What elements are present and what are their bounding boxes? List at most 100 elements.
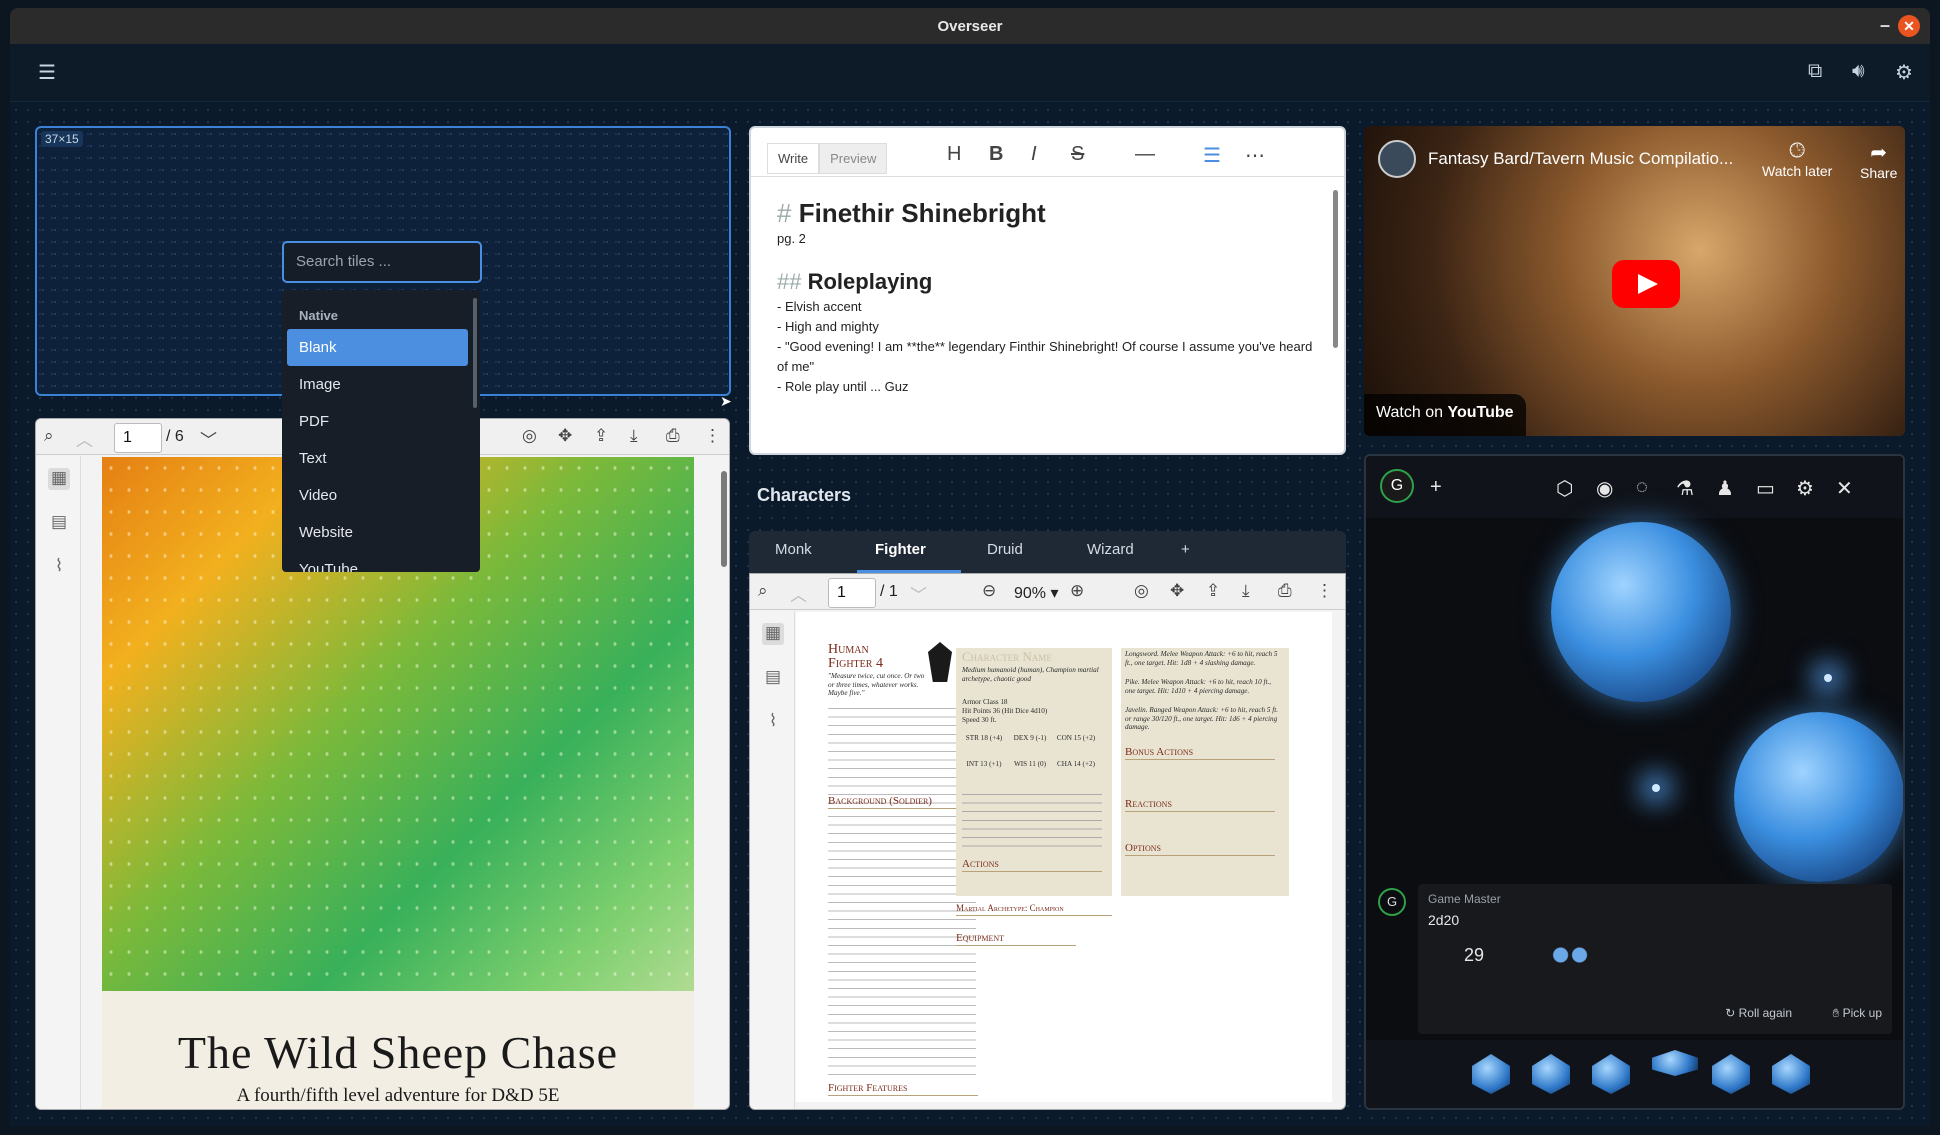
stat-wis: WIS 11 (0) bbox=[1013, 760, 1047, 768]
tab-fighter[interactable]: Fighter bbox=[875, 541, 926, 558]
download-icon[interactable]: ⤓ bbox=[630, 426, 638, 446]
more-options-icon[interactable]: ⋮ bbox=[1316, 581, 1333, 601]
flask-icon[interactable]: ⚗ bbox=[1676, 476, 1694, 501]
roll-total: 29 bbox=[1464, 945, 1485, 965]
add-player-icon[interactable]: + bbox=[1430, 476, 1442, 499]
pdf-scrollbar[interactable] bbox=[721, 471, 727, 567]
italic-icon[interactable]: I bbox=[1031, 143, 1037, 166]
thumbnails-icon[interactable]: ▦ bbox=[762, 623, 784, 645]
download-icon[interactable]: ⤓ bbox=[1242, 581, 1250, 601]
tile-option-pdf[interactable]: PDF bbox=[282, 403, 480, 440]
editor-content[interactable]: # Finethir Shinebright pg. 2 ## Roleplay… bbox=[751, 176, 1344, 416]
heading-icon[interactable]: H bbox=[947, 143, 961, 166]
dropdown-scrollbar[interactable] bbox=[473, 298, 477, 408]
tile-option-text[interactable]: Text bbox=[282, 440, 480, 477]
minimize-button[interactable]: – bbox=[1880, 16, 1890, 34]
party-icon[interactable]: ♟ bbox=[1716, 476, 1734, 501]
channel-avatar[interactable] bbox=[1378, 140, 1416, 178]
user-avatar[interactable]: G bbox=[1380, 469, 1414, 503]
outline-icon[interactable]: ▤ bbox=[762, 667, 784, 689]
page-number-input[interactable]: 1 bbox=[828, 578, 876, 608]
tab-wizard[interactable]: Wizard bbox=[1087, 541, 1134, 558]
pick-up-button[interactable]: ✋︎ Pick up bbox=[1832, 1006, 1882, 1021]
editor-tabs: Write Preview bbox=[767, 143, 888, 174]
pan-icon[interactable]: ✥ bbox=[1170, 581, 1184, 601]
tab-write[interactable]: Write bbox=[767, 143, 820, 174]
outline-icon[interactable]: ▤ bbox=[48, 512, 70, 534]
prev-page-icon[interactable]: ︿ bbox=[790, 581, 807, 606]
camera-icon[interactable]: ◉ bbox=[1596, 476, 1613, 501]
tile-type-dropdown: Native Blank Image PDF Text Video Websit… bbox=[282, 290, 480, 572]
d8-die-button[interactable] bbox=[1592, 1054, 1630, 1094]
youtube-logo: YouTube bbox=[1447, 404, 1514, 421]
more-icon[interactable]: ⋯ bbox=[1245, 143, 1265, 168]
attachment-icon[interactable]: ⌇ bbox=[762, 711, 784, 733]
add-tab-button[interactable]: + bbox=[1181, 541, 1190, 558]
tile-option-video[interactable]: Video bbox=[282, 477, 480, 514]
roller-avatar: G bbox=[1378, 888, 1406, 916]
d6-die-button[interactable] bbox=[1532, 1054, 1570, 1094]
hamburger-icon[interactable]: ☰ bbox=[38, 60, 56, 85]
zoom-in-icon[interactable]: ⊕ bbox=[1070, 581, 1084, 601]
tab-preview[interactable]: Preview bbox=[819, 143, 888, 174]
rotate-icon[interactable]: ◎ bbox=[1134, 581, 1149, 601]
gear-icon[interactable]: ⚙ bbox=[1895, 60, 1913, 85]
tile-option-blank[interactable]: Blank bbox=[287, 329, 468, 366]
tile-option-website[interactable]: Website bbox=[282, 514, 480, 551]
next-page-icon[interactable]: ﹀ bbox=[200, 426, 217, 451]
d4-die-button[interactable] bbox=[1472, 1054, 1510, 1094]
watch-later-button[interactable]: 🕒︎ Watch later bbox=[1762, 140, 1832, 179]
layers-icon[interactable]: ⧉ bbox=[1808, 60, 1822, 83]
next-page-icon[interactable]: ﹀ bbox=[910, 581, 927, 606]
screen-icon[interactable]: ▭ bbox=[1756, 476, 1775, 501]
zoom-out-icon[interactable]: ⊖ bbox=[982, 581, 996, 601]
attachment-icon[interactable]: ⌇ bbox=[48, 556, 70, 578]
search-icon[interactable]: ⌕ bbox=[44, 426, 54, 446]
print-icon[interactable]: ⎙ bbox=[1278, 581, 1292, 601]
close-window-button[interactable]: ✕ bbox=[1898, 15, 1920, 37]
share-button[interactable]: ➦ Share bbox=[1860, 140, 1897, 181]
d12-die-button[interactable] bbox=[1712, 1054, 1750, 1094]
close-icon[interactable]: ✕ bbox=[1836, 476, 1853, 501]
more-options-icon[interactable]: ⋮ bbox=[704, 426, 721, 446]
thumbnails-icon[interactable]: ▦ bbox=[48, 468, 70, 490]
settings-icon[interactable]: ⚙ bbox=[1796, 476, 1814, 501]
page-number-input[interactable]: 1 bbox=[114, 423, 162, 453]
sheet-quote: "Measure twice, cut once. Or two or thre… bbox=[828, 672, 925, 698]
tile-option-youtube[interactable]: YouTube bbox=[282, 551, 480, 572]
upload-icon[interactable]: ⇪ bbox=[1206, 581, 1220, 601]
strikethrough-icon[interactable]: S bbox=[1071, 143, 1084, 166]
d20-die-button[interactable] bbox=[1772, 1054, 1810, 1094]
dice-toolbar: G + ⬡ ◉ ◌ ⚗ ♟ ▭ ⚙ ✕ bbox=[1366, 456, 1903, 518]
pan-icon[interactable]: ✥ bbox=[558, 426, 572, 446]
watch-on-youtube-link[interactable]: Watch on YouTube bbox=[1364, 394, 1526, 436]
search-icon[interactable]: ⌕ bbox=[758, 581, 768, 601]
tile-option-image[interactable]: Image bbox=[282, 366, 480, 403]
tab-druid[interactable]: Druid bbox=[987, 541, 1023, 558]
roll-again-button[interactable]: ↻ Roll again bbox=[1725, 1006, 1792, 1020]
prev-page-icon[interactable]: ︿ bbox=[76, 426, 93, 451]
bold-icon[interactable]: B bbox=[989, 143, 1003, 166]
longsword-action: Longsword. Melee Weapon Attack: +6 to hi… bbox=[1125, 650, 1278, 667]
video-title[interactable]: Fantasy Bard/Tavern Music Compilatio... bbox=[1428, 149, 1733, 169]
dice-set-icon[interactable]: ⬡ bbox=[1556, 476, 1573, 501]
print-icon[interactable]: ⎙ bbox=[666, 426, 680, 446]
zoom-select[interactable]: 90% ▾ bbox=[1014, 583, 1059, 603]
volume-icon[interactable]: 🔊︎ bbox=[1852, 60, 1865, 83]
play-button[interactable] bbox=[1612, 260, 1680, 308]
horizontal-rule-icon[interactable]: — bbox=[1135, 143, 1155, 166]
section-heading: ## Roleplaying bbox=[777, 269, 933, 294]
d10-die-button[interactable] bbox=[1652, 1050, 1698, 1076]
tab-monk[interactable]: Monk bbox=[775, 541, 812, 558]
list-icon[interactable]: ☰ bbox=[1203, 143, 1221, 168]
rotate-icon[interactable]: ◎ bbox=[522, 426, 537, 446]
sheet-race: Human bbox=[828, 642, 869, 657]
editor-scrollbar[interactable] bbox=[1333, 190, 1338, 348]
chat-icon[interactable]: ◌ bbox=[1636, 476, 1648, 499]
archetype-heading: Martial Archetype: Champion bbox=[956, 902, 1112, 916]
tile-search-input[interactable]: Search tiles ... bbox=[282, 241, 482, 283]
stat-int: INT 13 (+1) bbox=[966, 760, 1002, 768]
rolled-dice-icon bbox=[1548, 946, 1590, 964]
youtube-embed[interactable]: Fantasy Bard/Tavern Music Compilatio... … bbox=[1364, 126, 1905, 436]
upload-icon[interactable]: ⇪ bbox=[594, 426, 608, 446]
